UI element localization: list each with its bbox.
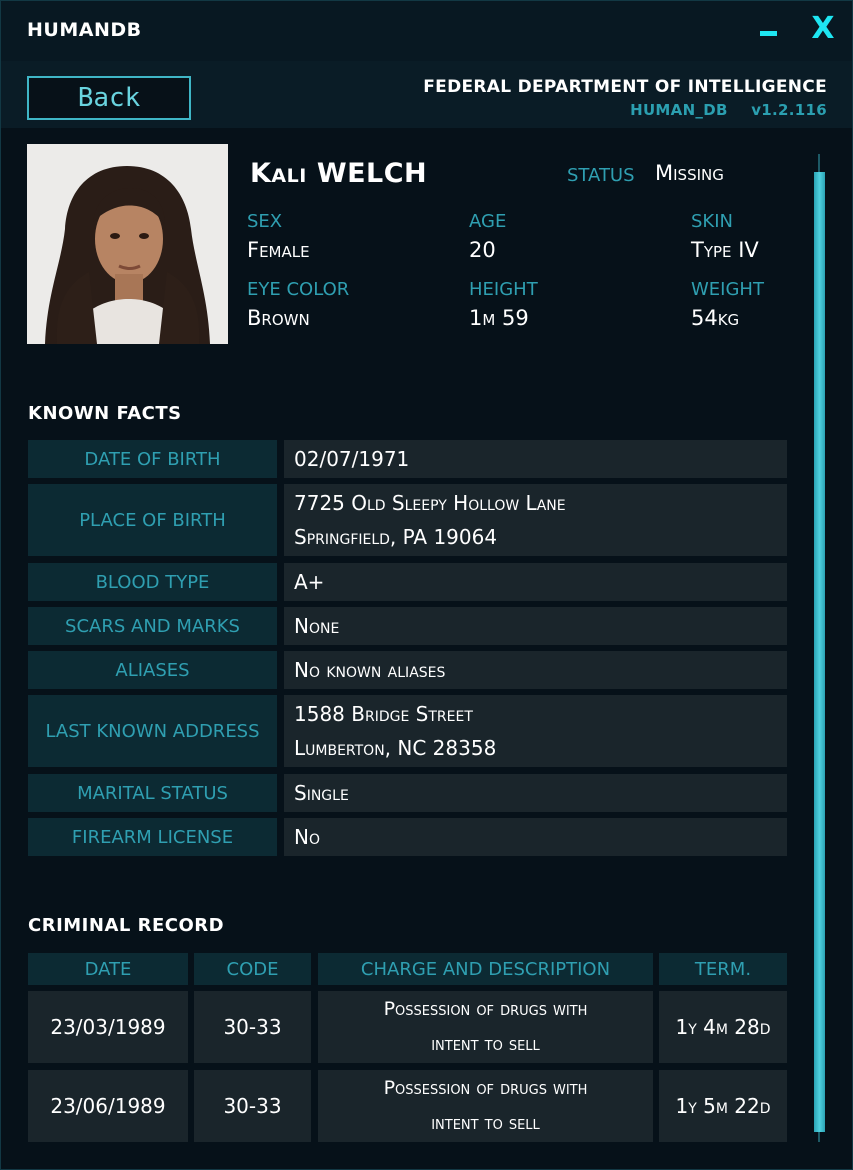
- minimize-icon: [760, 31, 777, 36]
- column-header-charge: CHARGE AND DESCRIPTION: [318, 953, 653, 985]
- app-title: HUMANDB: [27, 19, 142, 41]
- record-date: 23/03/1989: [28, 991, 188, 1063]
- profile-content: Kali WELCH STATUS Missing SEX Female AGE …: [1, 128, 852, 1169]
- skin-label: SKIN: [691, 211, 734, 232]
- first-name: Kali: [250, 158, 307, 189]
- back-button[interactable]: Back: [27, 76, 191, 120]
- fact-value-date-of-birth: 02/07/1971: [284, 440, 787, 478]
- known-facts-title: KNOWN FACTS: [28, 403, 182, 424]
- sex-label: SEX: [247, 211, 283, 232]
- fact-line: No known aliases: [294, 658, 446, 682]
- fact-line: 02/07/1971: [294, 447, 410, 471]
- fact-label-marital-status: MARITAL STATUS: [28, 774, 277, 812]
- weight-value: 54kg: [691, 306, 740, 330]
- humandb-window: HUMANDB X Back FEDERAL DEPARTMENT OF INT…: [0, 0, 853, 1170]
- version-number: v1.2.116: [751, 101, 827, 119]
- fact-label-blood-type: BLOOD TYPE: [28, 563, 277, 601]
- fact-line: Single: [294, 781, 349, 805]
- scrollbar-thumb[interactable]: [814, 172, 825, 1132]
- status-label: STATUS: [567, 165, 635, 186]
- fact-line: Springfield, PA 19064: [294, 525, 498, 549]
- height-label: HEIGHT: [469, 279, 538, 300]
- fact-value-marital-status: Single: [284, 774, 787, 812]
- record-description-line: intent to sell: [431, 1112, 540, 1134]
- column-header-date: DATE: [28, 953, 188, 985]
- last-name: WELCH: [316, 158, 428, 189]
- minimize-button[interactable]: [750, 11, 786, 47]
- fact-label-last-known-address: LAST KNOWN ADDRESS: [28, 695, 277, 767]
- fact-label-date-of-birth: DATE OF BIRTH: [28, 440, 277, 478]
- age-value: 20: [469, 238, 496, 262]
- sex-value: Female: [247, 238, 310, 262]
- fact-line: None: [294, 614, 340, 638]
- column-header-term: TERM.: [659, 953, 787, 985]
- criminal-record-title: CRIMINAL RECORD: [28, 915, 225, 936]
- portrait-photo: [27, 144, 228, 344]
- fact-label-scars-and-marks: SCARS AND MARKS: [28, 607, 277, 645]
- fact-label-firearm-license: FIREARM LICENSE: [28, 818, 277, 856]
- title-bar: HUMANDB X: [1, 1, 852, 61]
- record-term: 1y 5m 22d: [659, 1070, 787, 1142]
- record-code: 30-33: [194, 1070, 311, 1142]
- record-code: 30-33: [194, 991, 311, 1063]
- db-name: HUMAN_DB: [630, 101, 728, 119]
- weight-label: WEIGHT: [691, 279, 764, 300]
- fact-line: 1588 Bridge Street: [294, 702, 473, 726]
- record-description-line: Possession of drugs with: [383, 998, 588, 1020]
- record-description-line: Possession of drugs with: [383, 1077, 588, 1099]
- record-term: 1y 4m 28d: [659, 991, 787, 1063]
- fact-line: Lumberton, NC 28358: [294, 736, 497, 760]
- fact-value-blood-type: A+: [284, 563, 787, 601]
- subject-name: Kali WELCH: [250, 158, 427, 189]
- fact-line: A+: [294, 570, 325, 594]
- fact-value-scars-and-marks: None: [284, 607, 787, 645]
- fact-value-place-of-birth: 7725 Old Sleepy Hollow Lane Springfield,…: [284, 484, 787, 556]
- status-value: Missing: [655, 161, 724, 185]
- record-date: 23/06/1989: [28, 1070, 188, 1142]
- fact-value-last-known-address: 1588 Bridge Street Lumberton, NC 28358: [284, 695, 787, 767]
- eye-color-value: Brown: [247, 306, 310, 330]
- record-description-line: intent to sell: [431, 1033, 540, 1055]
- fact-label-aliases: ALIASES: [28, 651, 277, 689]
- fact-line: No: [294, 825, 320, 849]
- record-description: Possession of drugs with intent to sell: [318, 1070, 653, 1142]
- close-button[interactable]: X: [805, 11, 841, 47]
- version-info: HUMAN_DB v1.2.116: [630, 101, 827, 119]
- header-bar: Back FEDERAL DEPARTMENT OF INTELLIGENCE …: [1, 61, 852, 128]
- eye-color-label: EYE COLOR: [247, 279, 350, 300]
- fact-value-firearm-license: No: [284, 818, 787, 856]
- agency-name: FEDERAL DEPARTMENT OF INTELLIGENCE: [423, 77, 827, 97]
- fact-line: 7725 Old Sleepy Hollow Lane: [294, 491, 566, 515]
- fact-label-place-of-birth: PLACE OF BIRTH: [28, 484, 277, 556]
- fact-value-aliases: No known aliases: [284, 651, 787, 689]
- record-description: Possession of drugs with intent to sell: [318, 991, 653, 1063]
- skin-value: Type IV: [691, 238, 759, 262]
- close-icon: X: [811, 11, 835, 46]
- height-value: 1m 59: [469, 306, 529, 330]
- column-header-code: CODE: [194, 953, 311, 985]
- age-label: AGE: [469, 211, 507, 232]
